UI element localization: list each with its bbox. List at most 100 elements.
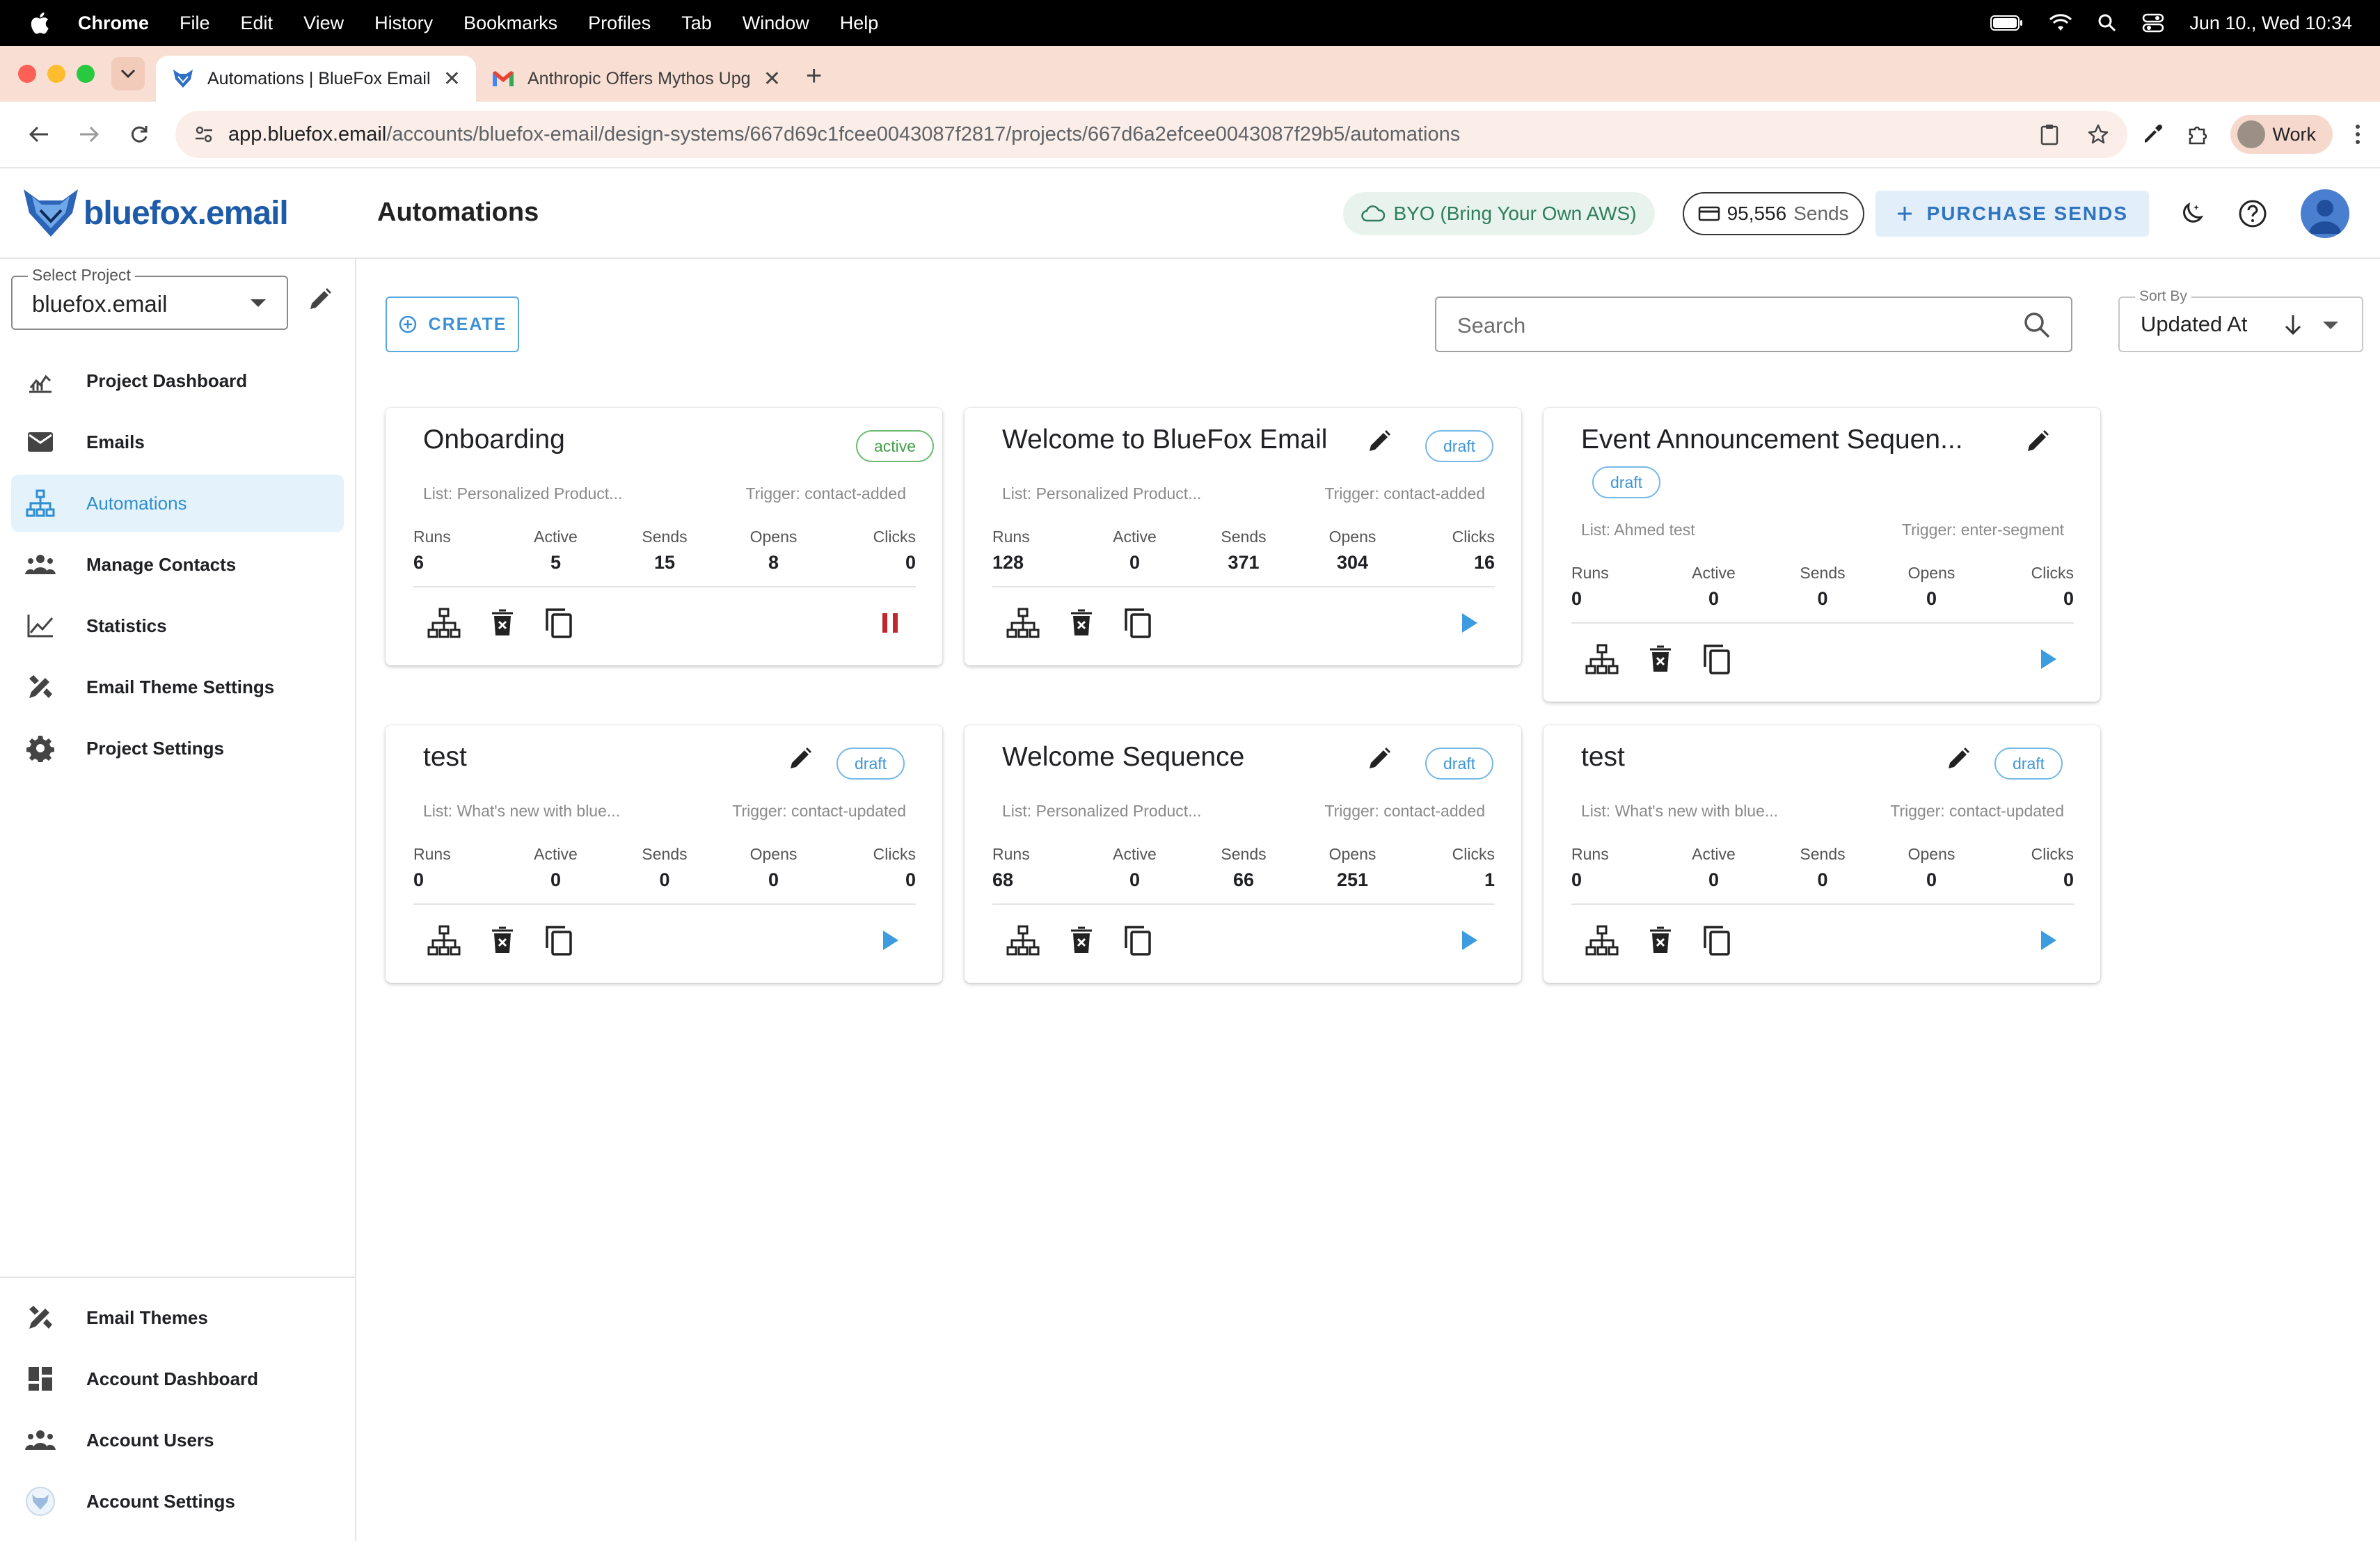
sidebar-item-project-settings[interactable]: Project Settings: [11, 720, 344, 777]
search-icon[interactable]: [2022, 310, 2052, 340]
menu-profiles[interactable]: Profiles: [588, 13, 651, 34]
menu-file[interactable]: File: [180, 13, 210, 34]
reload-button[interactable]: [118, 113, 160, 155]
dark-mode-toggle[interactable]: [2168, 192, 2212, 235]
arrow-down-icon[interactable]: [2283, 313, 2303, 337]
sidebar-item-emails[interactable]: Emails: [11, 413, 344, 471]
clipboard-icon[interactable]: [2040, 123, 2059, 145]
wifi-icon[interactable]: [2049, 14, 2072, 32]
sidebar-item-statistics[interactable]: Statistics: [11, 597, 344, 654]
menu-tab[interactable]: Tab: [681, 13, 712, 34]
tab-automations[interactable]: Automations | BlueFox Email ✕: [156, 56, 476, 102]
sidebar-item-email-theme-settings[interactable]: Email Theme Settings: [11, 658, 344, 716]
flow-editor-icon[interactable]: [1585, 925, 1619, 956]
pencil-icon[interactable]: [1367, 429, 1392, 454]
flow-editor-icon[interactable]: [1006, 608, 1040, 638]
delete-icon[interactable]: [1070, 926, 1093, 954]
automation-card[interactable]: Welcome Sequence draft List: Personalize…: [965, 725, 1521, 983]
project-select[interactable]: Select Project bluefox.email: [11, 266, 288, 330]
flow-editor-icon[interactable]: [1585, 644, 1619, 674]
play-icon[interactable]: [2038, 928, 2058, 952]
sidebar-item-automations[interactable]: Automations: [11, 475, 344, 532]
byo-aws-chip[interactable]: BYO (Bring Your Own AWS): [1343, 192, 1655, 235]
user-avatar[interactable]: [2301, 189, 2349, 238]
tab-search-button[interactable]: [111, 57, 145, 90]
bookmark-star-icon[interactable]: [2087, 123, 2109, 145]
duplicate-icon[interactable]: [1123, 924, 1152, 956]
duplicate-icon[interactable]: [1702, 643, 1731, 675]
back-button[interactable]: [18, 113, 60, 155]
play-icon[interactable]: [2038, 647, 2058, 671]
close-tab-icon[interactable]: ✕: [763, 67, 781, 91]
zoom-window-button[interactable]: [77, 65, 95, 83]
more-vertical-icon[interactable]: [2354, 123, 2362, 146]
pencil-icon[interactable]: [788, 746, 813, 771]
automation-card[interactable]: test draft List: What's new with blue...…: [1544, 725, 2100, 983]
flow-editor-icon[interactable]: [1006, 925, 1040, 956]
menu-bookmarks[interactable]: Bookmarks: [463, 13, 557, 34]
sidebar-item-email-themes[interactable]: Email Themes: [11, 1289, 344, 1346]
extensions-puzzle-icon[interactable]: [2186, 123, 2210, 146]
automation-card[interactable]: test draft List: What's new with blue...…: [386, 725, 942, 983]
automation-name[interactable]: test: [1581, 742, 1625, 773]
sidebar-item-account-settings[interactable]: Account Settings: [11, 1473, 344, 1530]
duplicate-icon[interactable]: [544, 607, 573, 639]
control-center-icon[interactable]: [2142, 13, 2164, 33]
automation-name[interactable]: test: [423, 742, 467, 773]
battery-icon[interactable]: [1990, 15, 2024, 31]
delete-icon[interactable]: [491, 609, 514, 637]
duplicate-icon[interactable]: [1123, 607, 1152, 639]
pencil-icon[interactable]: [1367, 746, 1392, 771]
delete-icon[interactable]: [491, 926, 514, 954]
search-input[interactable]: [1457, 310, 1986, 341]
pencil-icon[interactable]: [2025, 429, 2050, 454]
sidebar-item-account-users[interactable]: Account Users: [11, 1412, 344, 1469]
sidebar-item-account-dashboard[interactable]: Account Dashboard: [11, 1350, 344, 1407]
eyedropper-extension-icon[interactable]: [2141, 123, 2165, 146]
pause-icon[interactable]: [880, 611, 901, 635]
delete-icon[interactable]: [1070, 609, 1093, 637]
duplicate-icon[interactable]: [1702, 924, 1731, 956]
duplicate-icon[interactable]: [544, 924, 573, 956]
address-bar[interactable]: app.bluefox.email/accounts/bluefox-email…: [175, 111, 2128, 158]
automation-name[interactable]: Onboarding: [423, 425, 565, 455]
play-icon[interactable]: [1459, 928, 1479, 952]
automation-name[interactable]: Welcome to BlueFox Email: [1002, 425, 1327, 455]
menu-app-name[interactable]: Chrome: [78, 13, 149, 34]
bluefox-logo[interactable]: bluefox.email: [21, 187, 289, 239]
profile-button[interactable]: Work: [2230, 115, 2333, 154]
menu-window[interactable]: Window: [743, 13, 809, 34]
sidebar-item-project-dashboard[interactable]: Project Dashboard: [11, 352, 344, 409]
delete-icon[interactable]: [1649, 645, 1672, 673]
sort-by-select[interactable]: Sort By Updated At: [2118, 288, 2363, 352]
edit-project-button[interactable]: [308, 287, 333, 315]
sends-balance-chip[interactable]: 95,556 Sends: [1682, 192, 1864, 235]
automation-card[interactable]: Event Announcement Sequen... draft List:…: [1544, 408, 2100, 702]
new-tab-button[interactable]: +: [806, 61, 822, 92]
help-button[interactable]: [2231, 192, 2274, 235]
site-info-icon[interactable]: [193, 124, 214, 145]
minimize-window-button[interactable]: [47, 65, 65, 83]
tab-gmail[interactable]: Anthropic Offers Mythos Upg ✕: [476, 56, 796, 102]
purchase-sends-button[interactable]: PURCHASE SENDS: [1875, 191, 2149, 237]
menu-view[interactable]: View: [303, 13, 344, 34]
create-automation-button[interactable]: CREATE: [386, 297, 519, 352]
automation-card[interactable]: Welcome to BlueFox Email draft List: Per…: [965, 408, 1521, 665]
automation-name[interactable]: Welcome Sequence: [1002, 742, 1244, 773]
close-tab-icon[interactable]: ✕: [443, 67, 461, 91]
delete-icon[interactable]: [1649, 926, 1672, 954]
play-icon[interactable]: [880, 928, 901, 952]
automation-name[interactable]: Event Announcement Sequen...: [1581, 425, 1963, 455]
menu-edit[interactable]: Edit: [241, 13, 273, 34]
menu-help[interactable]: Help: [840, 13, 879, 34]
spotlight-search-icon[interactable]: [2097, 13, 2117, 33]
menu-history[interactable]: History: [374, 13, 433, 34]
forward-button[interactable]: [68, 113, 110, 155]
flow-editor-icon[interactable]: [427, 608, 461, 638]
pencil-icon[interactable]: [1946, 746, 1971, 771]
play-icon[interactable]: [1459, 611, 1479, 635]
close-window-button[interactable]: [18, 65, 36, 83]
flow-editor-icon[interactable]: [427, 925, 461, 956]
sidebar-item-manage-contacts[interactable]: Manage Contacts: [11, 536, 344, 593]
automation-card[interactable]: Onboarding active List: Personalized Pro…: [386, 408, 942, 665]
